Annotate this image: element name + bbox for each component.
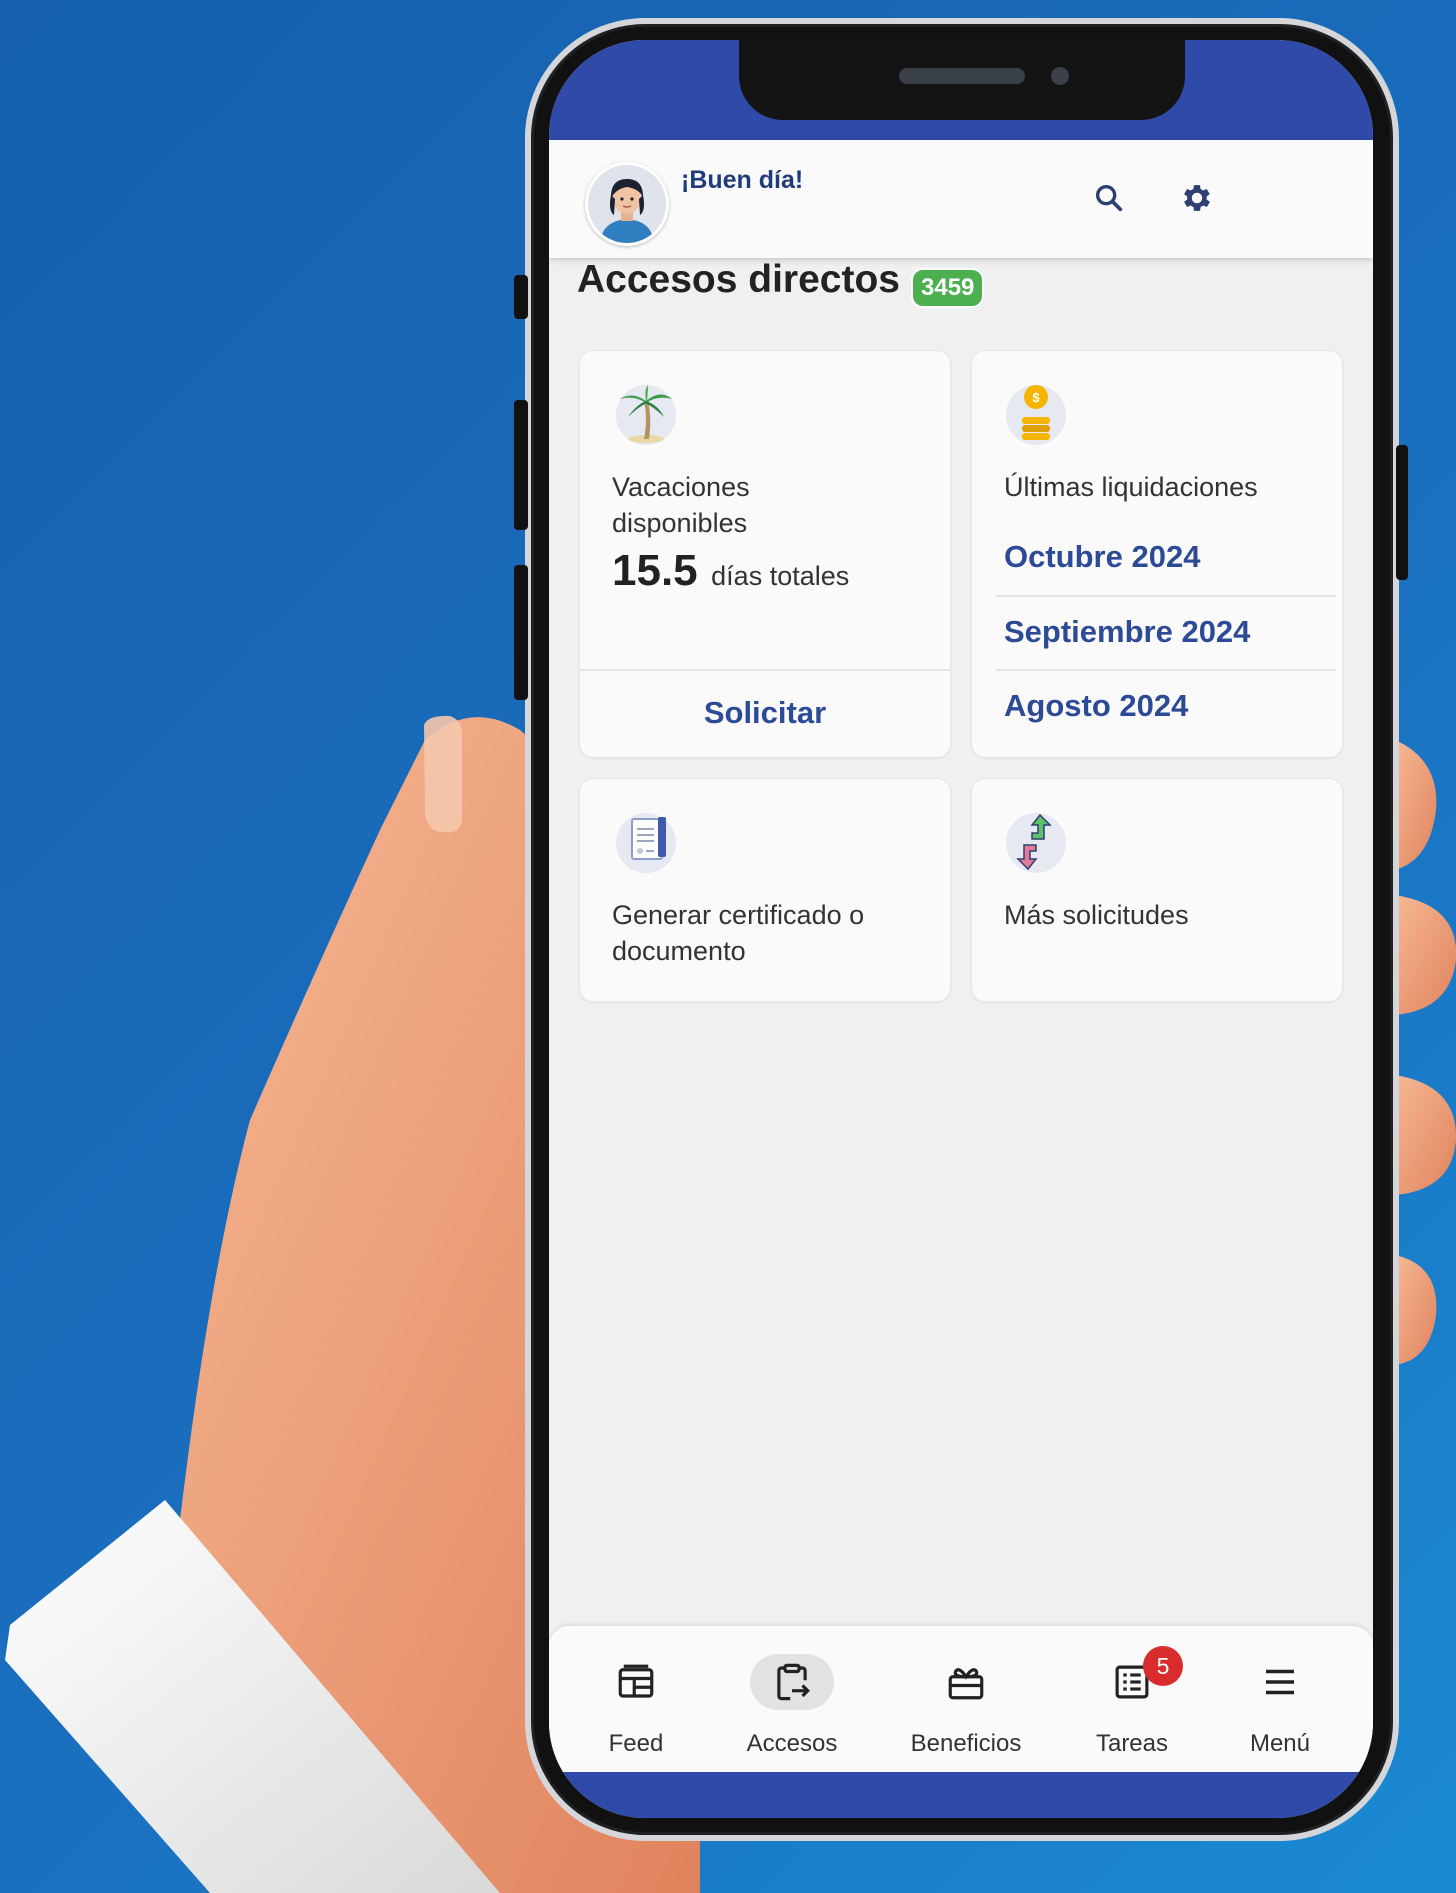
coins-icon: $: [1004, 381, 1068, 445]
nav-item-menu[interactable]: Menú: [1205, 1626, 1355, 1772]
nav-label-feed: Feed: [608, 1730, 664, 1757]
phone-screen: ¡Buen día! Accesos directos 3459 Vacacio…: [549, 40, 1373, 1818]
liquidacion-link-1[interactable]: Septiembre 2024: [1004, 614, 1250, 650]
avatar[interactable]: [585, 162, 669, 246]
user-avatar-icon: [588, 165, 666, 243]
liquidaciones-card: $ Últimas liquidaciones Octubre 2024 Sep…: [971, 350, 1343, 758]
liquidacion-divider: [996, 669, 1336, 671]
vacaciones-value: 15.5: [612, 546, 698, 595]
vacaciones-card: Vacaciones disponibles 15.5 días totales…: [579, 350, 951, 758]
certificado-label: Generar certificado o documento: [612, 900, 865, 966]
nav-item-beneficios[interactable]: Beneficios: [891, 1626, 1041, 1772]
count-badge: 3459: [911, 268, 985, 308]
vacaciones-label: Vacaciones disponibles: [612, 472, 750, 538]
solicitudes-card[interactable]: Más solicitudes: [971, 778, 1343, 1002]
accesos-icon: [750, 1654, 834, 1710]
card-divider: [580, 669, 950, 671]
phone-power-button: [1396, 445, 1408, 580]
search-button[interactable]: [1085, 174, 1133, 222]
greeting-text: ¡Buen día!: [681, 166, 804, 194]
certificado-card[interactable]: Generar certificado o documento: [579, 778, 951, 1002]
tareas-badge: 5: [1143, 1646, 1183, 1686]
front-camera: [1051, 67, 1069, 85]
svg-text:$: $: [1032, 390, 1040, 405]
phone-volume-down: [514, 565, 528, 700]
nav-item-tareas[interactable]: 5 Tareas: [1057, 1626, 1207, 1772]
liquidacion-link-2[interactable]: Agosto 2024: [1004, 688, 1188, 724]
nav-label-tareas: Tareas: [1095, 1730, 1169, 1757]
solicitudes-label: Más solicitudes: [1004, 900, 1189, 930]
palm-tree-icon: [614, 381, 678, 445]
nav-label-menu: Menú: [1249, 1730, 1311, 1757]
nav-item-feed[interactable]: Feed: [561, 1626, 711, 1772]
liquidacion-divider: [996, 595, 1336, 597]
liquidaciones-label: Últimas liquidaciones: [1004, 472, 1258, 502]
phone-volume-up: [514, 400, 528, 530]
feed-icon: [594, 1654, 678, 1710]
gear-icon: [1184, 185, 1210, 211]
arrows-icon: [1004, 809, 1068, 873]
nav-item-accesos[interactable]: Accesos: [717, 1626, 867, 1772]
nav-label-beneficios: Beneficios: [910, 1730, 1022, 1757]
solicitar-button[interactable]: Solicitar: [580, 695, 950, 731]
section-title: Accesos directos: [577, 258, 900, 301]
search-icon: [1095, 184, 1123, 212]
nav-label-accesos: Accesos: [746, 1730, 838, 1757]
vacaciones-value-row: 15.5 días totales: [612, 549, 932, 594]
vacaciones-unit: días totales: [711, 561, 850, 591]
phone-side-button: [514, 275, 528, 319]
app-header: ¡Buen día!: [549, 140, 1373, 258]
bottom-nav: Feed Accesos Beneficios 5 Tareas Menú: [549, 1626, 1373, 1772]
menu-icon: [1238, 1654, 1322, 1710]
bottom-bar: [549, 1772, 1373, 1818]
document-icon: [614, 809, 678, 873]
speaker-grille: [899, 68, 1025, 84]
settings-button[interactable]: [1173, 174, 1221, 222]
phone-notch: [739, 40, 1185, 120]
gift-icon: [924, 1654, 1008, 1710]
liquidacion-link-0[interactable]: Octubre 2024: [1004, 539, 1200, 575]
